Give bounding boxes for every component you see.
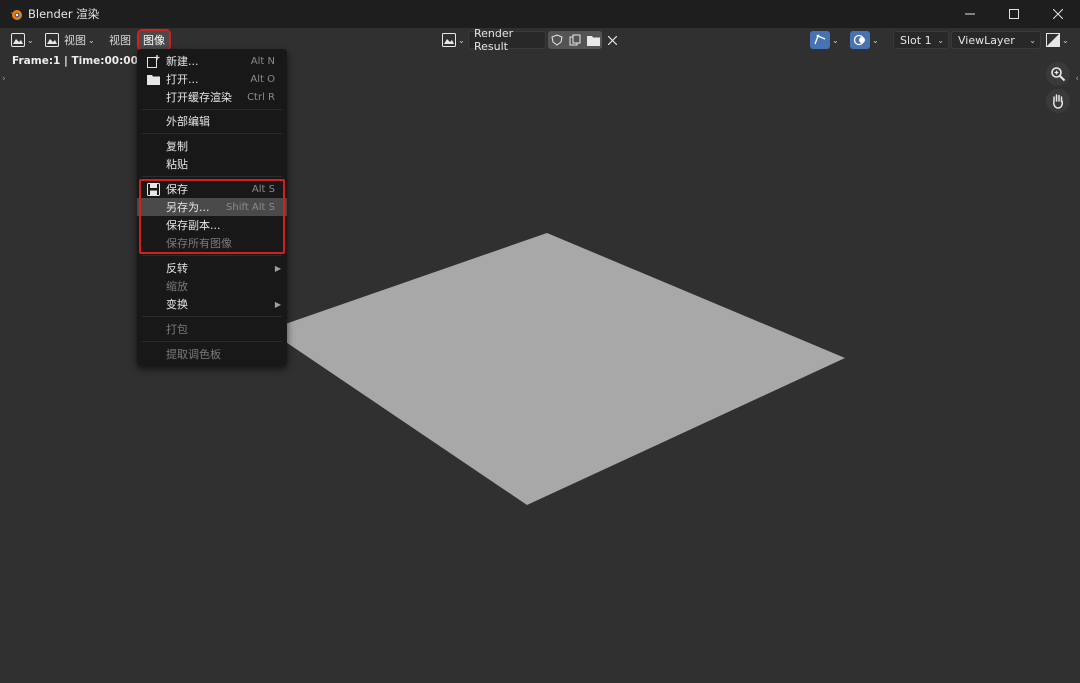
view-mode-label: 视图 [64,34,86,47]
chevron-down-icon: ⌄ [88,35,95,45]
chevron-down-icon: ⌄ [458,35,465,45]
fake-user-button[interactable] [548,31,566,49]
menu-item-save-as[interactable]: 另存为... Shift Alt S [137,198,287,216]
unlink-button[interactable] [604,31,620,49]
menu-item-new[interactable]: 新建... Alt N [137,52,287,70]
editor-type-button[interactable]: ⌄ [11,31,34,49]
image-name-label: Render Result [474,27,514,53]
menu-image-label: 图像 [143,34,165,47]
menu-item-external-edit[interactable]: 外部编辑 [137,112,287,130]
menu-item-save-all-images[interactable]: 保存所有图像 [137,234,287,252]
view-mode-dropdown[interactable]: 视图 ⌄ [45,31,95,49]
close-button[interactable] [1036,0,1080,28]
minimize-icon [965,13,975,15]
menu-item-transform[interactable]: 变换 ▶ [137,295,287,313]
menu-separator [142,133,282,134]
chevron-down-icon: ⌄ [872,35,879,45]
menu-item-paste[interactable]: 粘贴 [137,155,287,173]
close-icon [607,35,617,45]
menu-item-open[interactable]: 打开... Alt O [137,70,287,88]
slot-label: Slot 1 [900,33,932,47]
image-icon [45,33,59,47]
chevron-down-icon: ⌄ [1062,35,1069,45]
hand-icon [1053,94,1063,109]
chevron-down-icon: ⌄ [937,35,944,45]
window-title: Blender 渲染 [28,7,100,21]
new-image-icon [146,54,160,68]
menu-separator [142,176,282,177]
menu-separator [142,341,282,342]
menu-item-save[interactable]: 保存 Alt S [137,180,287,198]
pan-button[interactable] [1046,89,1070,113]
menu-item-copy[interactable]: 复制 [137,137,287,155]
maximize-button[interactable] [992,0,1036,28]
sync-icon [810,31,830,49]
submenu-arrow-icon: ▶ [274,299,281,309]
duplicate-icon [569,34,581,46]
menu-item-save-copy[interactable]: 保存副本... [137,216,287,234]
chevron-down-icon: ⌄ [27,35,34,45]
overlay-icon [850,31,870,49]
image-editor-icon [11,33,25,47]
image-menu-dropdown: 新建... Alt N 打开... Alt O 打开缓存渲染 Ctrl R 外部… [137,49,287,366]
zoom-button[interactable] [1046,62,1070,86]
image-icon [442,33,456,47]
zoom-icon [1051,67,1066,82]
folder-icon [146,72,160,86]
window-title-bar: Blender 渲染 [0,0,1080,28]
menu-separator [142,255,282,256]
menu-separator [142,316,282,317]
save-icon [146,182,160,196]
blender-logo-icon [10,10,22,20]
menu-item-extract-palette[interactable]: 提取调色板 [137,345,287,363]
menu-separator [142,109,282,110]
duplicate-button[interactable] [566,31,584,49]
view-layer-label: ViewLayer [958,33,1015,47]
submenu-arrow-icon: ▶ [274,263,281,273]
toolbar-toggle-icon[interactable]: › [2,74,6,84]
open-file-button[interactable] [584,31,602,49]
sync-uv-selection-toggle[interactable]: ⌄ [810,31,839,49]
image-browse-button[interactable]: ⌄ [442,31,465,49]
image-name-field[interactable]: Render Result [468,27,546,53]
close-icon [1053,9,1063,19]
slot-dropdown[interactable]: Slot 1 ⌄ [893,31,949,49]
color-alpha-icon [1046,33,1060,47]
view-layer-dropdown[interactable]: ViewLayer ⌄ [951,31,1041,49]
chevron-down-icon: ⌄ [832,35,839,45]
chevron-down-icon: ⌄ [1029,35,1036,45]
menu-image[interactable]: 图像 [137,29,171,51]
menu-view-label: 视图 [109,34,131,47]
minimize-button[interactable] [948,0,992,28]
maximize-icon [1009,9,1019,19]
menu-item-resize[interactable]: 缩放 [137,277,287,295]
folder-icon [586,35,600,46]
menu-item-pack[interactable]: 打包 [137,320,287,338]
menu-view[interactable]: 视图 [105,31,135,49]
display-channels-dropdown[interactable]: ⌄ [1046,31,1069,49]
image-actions-group [548,31,602,49]
menu-item-open-cached-render[interactable]: 打开缓存渲染 Ctrl R [137,88,287,106]
overlays-toggle[interactable]: ⌄ [850,31,879,49]
menu-item-invert[interactable]: 反转 ▶ [137,259,287,277]
sidebar-toggle-icon[interactable]: ‹ [1075,74,1079,84]
shield-icon [551,34,563,46]
